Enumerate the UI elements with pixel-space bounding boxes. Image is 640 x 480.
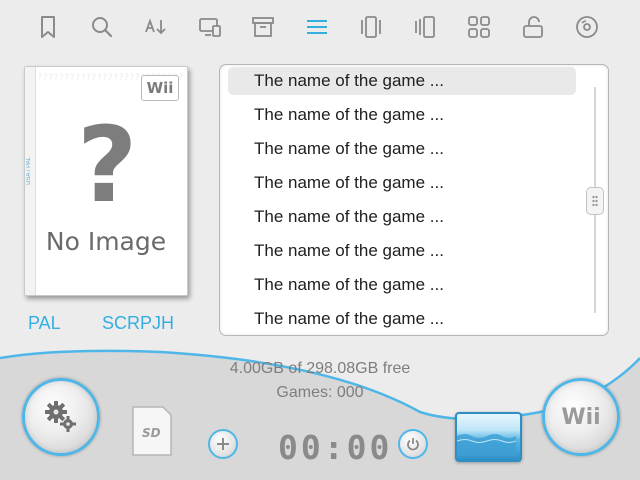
game-list-item[interactable]: The name of the game ...: [228, 271, 576, 299]
disc-icon[interactable]: [572, 12, 602, 42]
display-icon[interactable]: [195, 12, 225, 42]
toolbar: [0, 0, 640, 56]
game-list-item[interactable]: The name of the game ...: [228, 169, 576, 197]
unlock-icon[interactable]: [518, 12, 548, 42]
game-list-item[interactable]: The name of the game ...: [228, 203, 576, 231]
channel-button[interactable]: [455, 412, 522, 462]
gears-icon: [45, 401, 76, 432]
game-list-item[interactable]: The name of the game ...: [228, 305, 576, 333]
game-list-item[interactable]: The name of the game ...: [228, 237, 576, 265]
svg-text:SD: SD: [142, 426, 161, 440]
game-list[interactable]: The name of the game ... The name of the…: [219, 64, 609, 336]
carousel-view-icon[interactable]: [356, 12, 386, 42]
water-icon: [456, 434, 517, 456]
no-image-label: No Image: [45, 227, 167, 256]
cover-spine-label: USA / PAL: [26, 157, 32, 185]
search-icon[interactable]: [87, 12, 117, 42]
power-icon: [407, 438, 419, 451]
bookmark-icon[interactable]: [33, 12, 63, 42]
sd-card-button[interactable]: SD: [131, 405, 173, 457]
archive-icon[interactable]: [248, 12, 278, 42]
game-list-item[interactable]: The name of the game ...: [228, 101, 576, 129]
question-mark-icon: ?: [77, 104, 138, 226]
coverflow-view-icon[interactable]: [410, 12, 440, 42]
add-button[interactable]: [208, 429, 238, 459]
game-list-item[interactable]: The name of the game ...: [228, 67, 576, 95]
clock: 00:00: [278, 428, 393, 467]
game-id-label: SCRPJH: [102, 313, 175, 333]
wii-menu-button[interactable]: Wii: [542, 378, 620, 456]
cover-wii-logo: Wii: [141, 75, 179, 101]
sd-card-icon: SD: [132, 406, 172, 456]
scrollbar-thumb[interactable]: [586, 187, 604, 215]
power-button[interactable]: [398, 429, 428, 459]
list-view-icon[interactable]: [302, 12, 332, 42]
game-list-item[interactable]: The name of the game ...: [228, 135, 576, 163]
grip-icon: [592, 195, 598, 207]
region-label: PAL: [28, 313, 61, 333]
sort-icon[interactable]: [141, 12, 171, 42]
grid-view-icon[interactable]: [464, 12, 494, 42]
plus-icon: [217, 438, 229, 450]
wii-menu-label: Wii: [561, 404, 601, 430]
settings-button[interactable]: [22, 378, 100, 456]
game-cover[interactable]: USA / PAL ??????????????????????????????…: [24, 66, 188, 296]
free-space-label: 4.00GB of 298.08GB free: [229, 360, 411, 377]
